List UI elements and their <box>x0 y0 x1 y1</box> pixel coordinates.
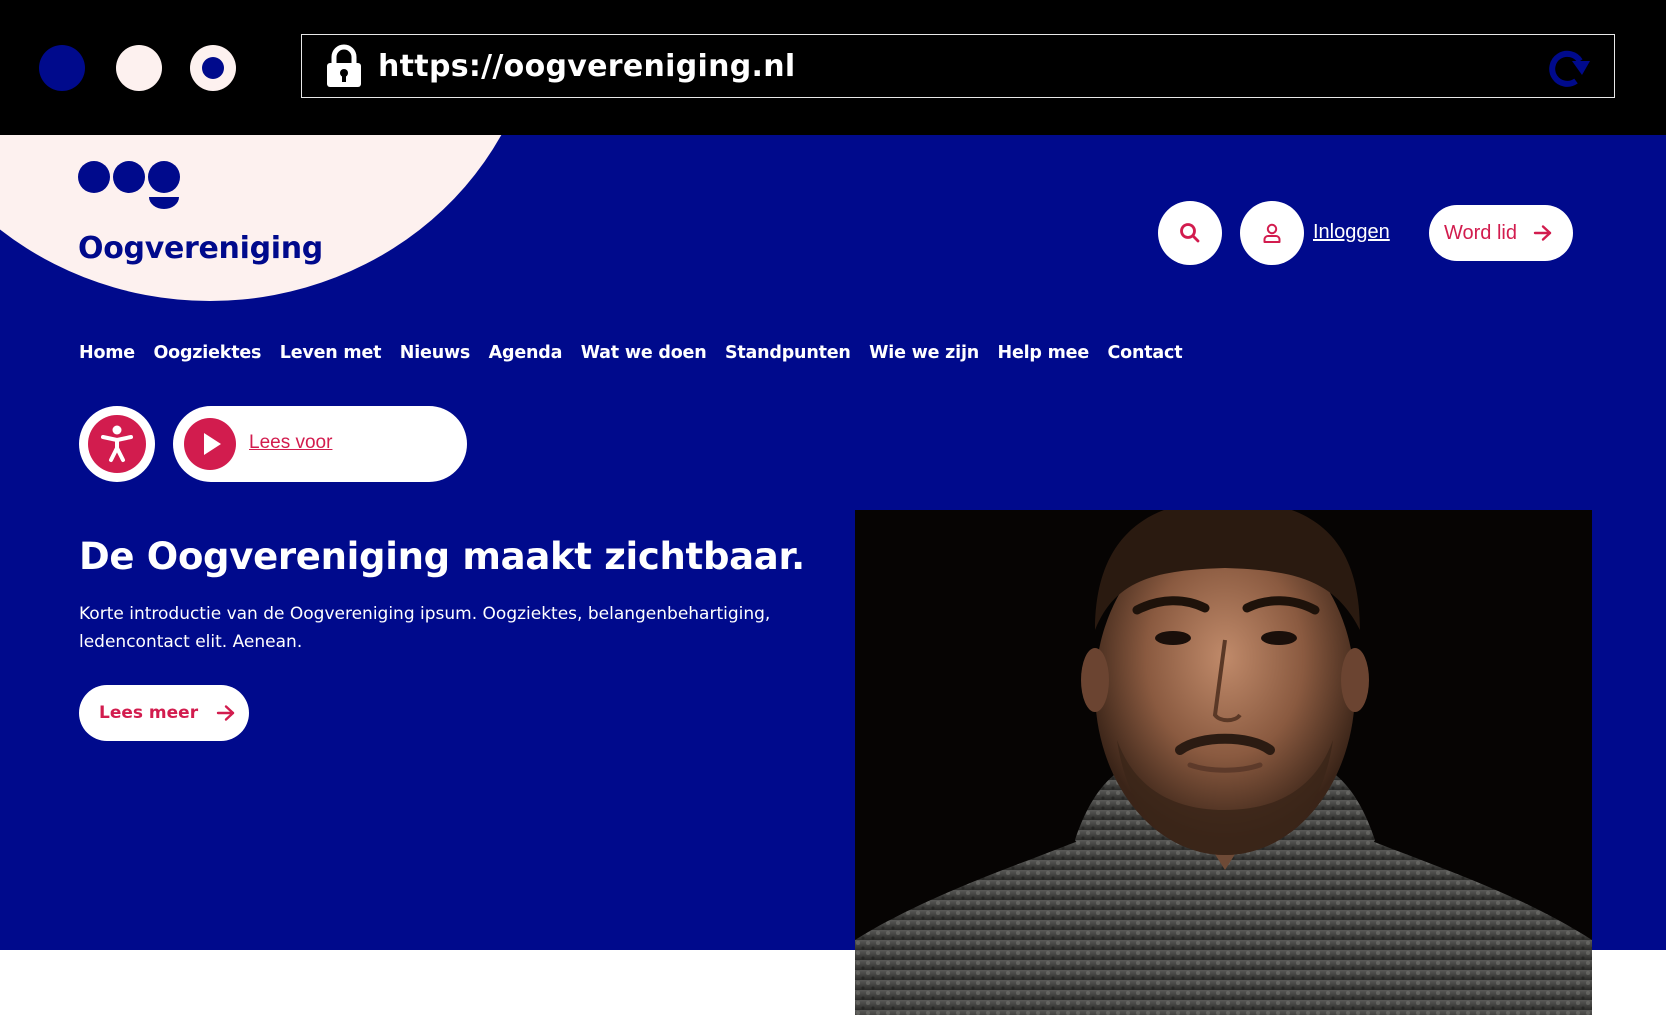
nav-item-home[interactable]: Home <box>79 343 135 363</box>
nav-item-leven-met[interactable]: Leven met <box>280 343 382 363</box>
search-button[interactable] <box>1158 201 1222 265</box>
window-minimize-button[interactable] <box>116 45 162 91</box>
nav-item-nieuws[interactable]: Nieuws <box>400 343 471 363</box>
logo-mark-icon[interactable] <box>78 161 184 211</box>
read-aloud-button[interactable]: Lees voor <box>173 406 467 482</box>
portrait-image <box>855 510 1592 1015</box>
join-label: Word lid <box>1444 221 1517 244</box>
read-aloud-label[interactable]: Lees voor <box>249 432 332 454</box>
window-maximize-button[interactable] <box>190 45 236 91</box>
nav-item-wie-we-zijn[interactable]: Wie we zijn <box>869 343 979 363</box>
url-text[interactable]: https://oogvereniging.nl <box>378 49 796 85</box>
nav-item-help-mee[interactable]: Help mee <box>998 343 1090 363</box>
join-button[interactable]: Word lid <box>1429 205 1573 261</box>
read-more-label: Lees meer <box>99 703 199 723</box>
logo-background <box>0 135 540 301</box>
nav-item-wat-we-doen[interactable]: Wat we doen <box>581 343 707 363</box>
user-icon <box>1263 223 1281 243</box>
search-icon <box>1180 223 1200 243</box>
reload-icon[interactable] <box>1546 47 1592 87</box>
logo-text[interactable]: Oogvereniging <box>78 231 323 266</box>
nav-item-standpunten[interactable]: Standpunten <box>725 343 851 363</box>
address-bar[interactable]: https://oogvereniging.nl <box>301 34 1615 98</box>
read-more-button[interactable]: Lees meer <box>79 685 249 741</box>
main-nav: Home Oogziektes Leven met Nieuws Agenda … <box>79 343 1201 363</box>
accessibility-icon <box>88 415 146 473</box>
portrait-photo <box>855 510 1592 1015</box>
window-close-button[interactable] <box>39 45 85 91</box>
nav-item-agenda[interactable]: Agenda <box>489 343 563 363</box>
login-link[interactable]: Inloggen <box>1313 221 1390 244</box>
browser-chrome: https://oogvereniging.nl <box>0 0 1666 135</box>
hero-intro: Korte introductie van de Oogvereniging i… <box>79 604 771 652</box>
arrow-right-icon <box>216 705 235 721</box>
accessibility-button[interactable] <box>79 406 155 482</box>
nav-item-oogziektes[interactable]: Oogziektes <box>153 343 261 363</box>
lock-icon <box>327 44 361 87</box>
user-button[interactable] <box>1240 201 1304 265</box>
arrow-right-icon <box>1533 225 1552 241</box>
hero-title: De Oogvereniging maakt zichtbaar. <box>79 535 805 578</box>
nav-item-contact[interactable]: Contact <box>1108 343 1183 363</box>
play-icon <box>184 418 236 470</box>
